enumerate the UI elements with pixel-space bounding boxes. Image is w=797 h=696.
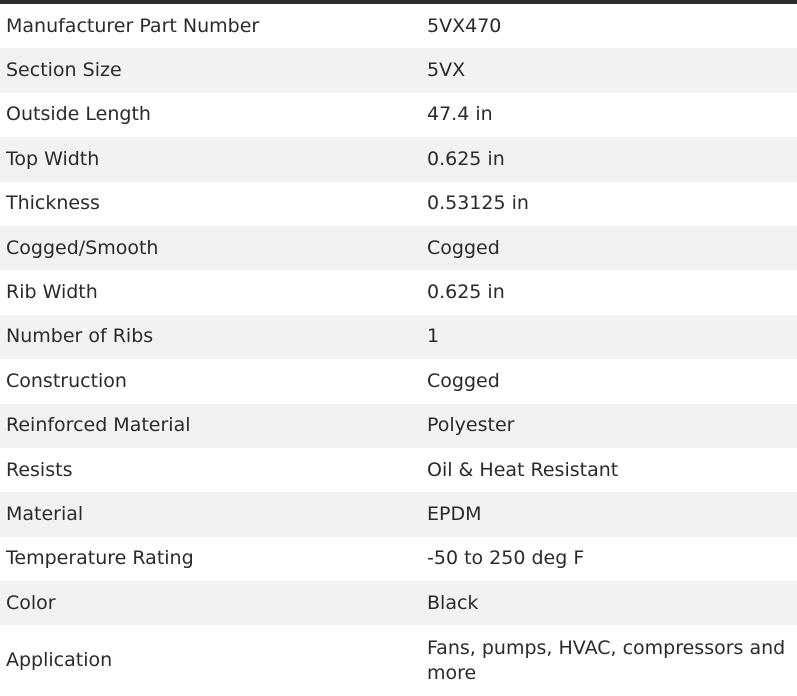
spec-value: 0.625 in xyxy=(421,270,797,315)
spec-name: Outside Length xyxy=(0,92,421,138)
spec-value: 0.625 in xyxy=(421,137,797,182)
spec-value: 47.4 in xyxy=(421,92,797,138)
table-row: Reinforced Material Polyester xyxy=(0,403,797,448)
table-row: Temperature Rating -50 to 250 deg F xyxy=(0,536,797,582)
spec-value: Black xyxy=(421,581,797,626)
spec-value: EPDM xyxy=(421,492,797,537)
spec-name: Temperature Rating xyxy=(0,536,421,582)
spec-value: -50 to 250 deg F xyxy=(421,536,797,582)
table-row: Color Black xyxy=(0,581,797,626)
spec-name: Material xyxy=(0,492,421,537)
table-row: Material EPDM xyxy=(0,492,797,537)
spec-name: Section Size xyxy=(0,48,421,93)
spec-name: Top Width xyxy=(0,137,421,182)
spec-name: Thickness xyxy=(0,181,421,226)
spec-name: Application xyxy=(0,625,421,696)
table-row: Section Size 5VX xyxy=(0,48,797,93)
spec-value: 1 xyxy=(421,314,797,360)
table-row: Manufacturer Part Number 5VX470 xyxy=(0,4,797,49)
table-row: Rib Width 0.625 in xyxy=(0,270,797,315)
spec-name: Resists xyxy=(0,447,421,493)
spec-value: 5VX xyxy=(421,48,797,93)
spec-value: Cogged xyxy=(421,225,797,271)
spec-value: Oil & Heat Resistant xyxy=(421,447,797,493)
spec-value: 5VX470 xyxy=(421,4,797,49)
spec-name: Number of Ribs xyxy=(0,314,421,360)
spec-name: Construction xyxy=(0,359,421,404)
spec-name: Rib Width xyxy=(0,270,421,315)
table-row: Cogged/Smooth Cogged xyxy=(0,225,797,271)
table-row: Thickness 0.53125 in xyxy=(0,181,797,226)
table-row: Number of Ribs 1 xyxy=(0,314,797,360)
table-row: Top Width 0.625 in xyxy=(0,137,797,182)
table-row: Outside Length 47.4 in xyxy=(0,92,797,138)
spec-value: 0.53125 in xyxy=(421,181,797,226)
spec-name: Cogged/Smooth xyxy=(0,225,421,271)
spec-name: Color xyxy=(0,581,421,626)
specifications-table: Manufacturer Part Number 5VX470 Section … xyxy=(0,4,797,696)
spec-value: Fans, pumps, HVAC, compressors and more xyxy=(421,625,797,696)
table-row: Construction Cogged xyxy=(0,359,797,404)
spec-name: Reinforced Material xyxy=(0,403,421,448)
spec-name: Manufacturer Part Number xyxy=(0,4,421,49)
table-row: Resists Oil & Heat Resistant xyxy=(0,447,797,493)
spec-value: Cogged xyxy=(421,359,797,404)
table-row: Application Fans, pumps, HVAC, compresso… xyxy=(0,625,797,696)
spec-value: Polyester xyxy=(421,403,797,448)
